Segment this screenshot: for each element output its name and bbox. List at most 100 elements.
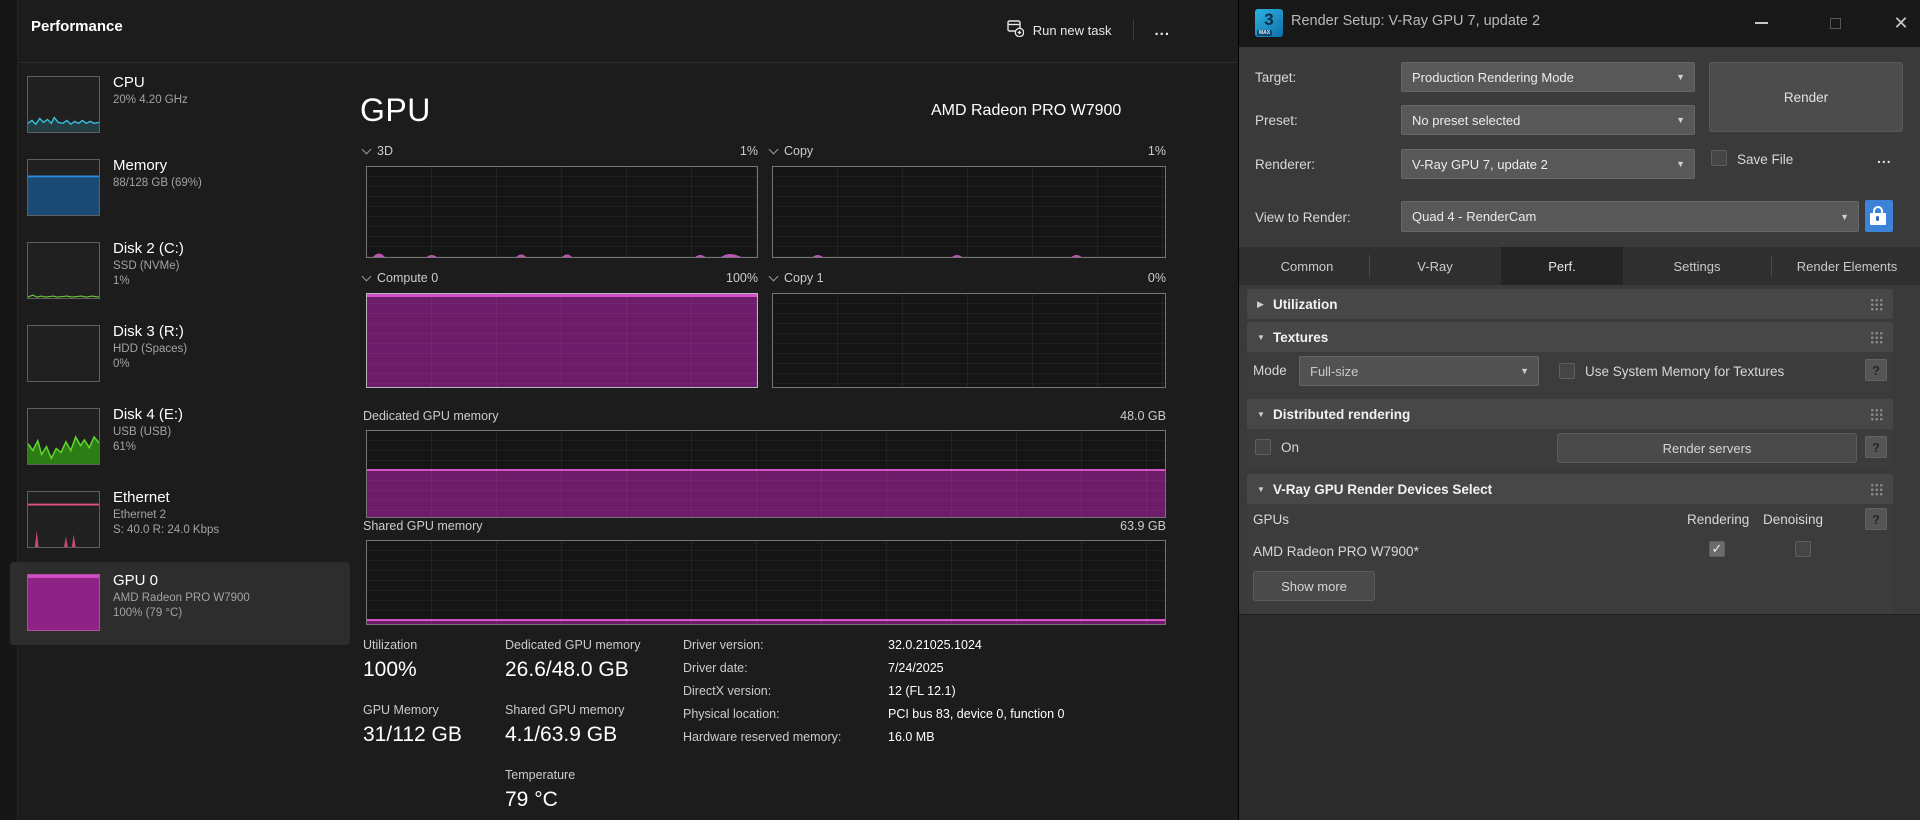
gpu-device-name: AMD Radeon PRO W7900 [931,102,1121,120]
distributed-on-checkbox[interactable] [1255,439,1271,455]
stat-label: Dedicated GPU memory [505,638,640,652]
sidebar-item-memory[interactable]: Memory 88/128 GB (69%) [10,147,350,230]
more-options-button[interactable]: ... [1144,18,1180,43]
chevron-down-icon [769,272,779,282]
devices-help-button[interactable]: ? [1865,508,1887,530]
run-new-task-icon [1007,20,1024,40]
detail-label: Hardware reserved memory: [683,730,841,744]
screen: Performance Run new task ... [0,0,1920,820]
expanded-arrow-icon: ▼ [1257,333,1269,342]
renderer-dropdown[interactable]: V-Ray GPU 7, update 2 ▼ [1401,149,1695,179]
tab-vray[interactable]: V-Ray [1371,247,1499,285]
save-file-label: Save File [1737,152,1793,167]
run-new-task-button[interactable]: Run new task [995,13,1124,47]
rollout-title: Distributed rendering [1273,407,1410,422]
maximize-button[interactable] [1815,8,1855,38]
sidebar-item-title: Ethernet [113,488,219,508]
stat-label: GPU Memory [363,703,439,717]
chart-header-copy[interactable]: Copy [770,144,813,158]
rollout-title: V-Ray GPU Render Devices Select [1273,482,1492,497]
detail-value: 7/24/2025 [888,661,944,675]
chart-value-3d: 1% [698,144,758,158]
tab-render-elements[interactable]: Render Elements [1773,247,1920,285]
texture-mode-value: Full-size [1310,364,1358,379]
chart-label: 3D [377,144,393,158]
browse-button[interactable]: ... [1877,150,1892,166]
sidebar-item-cpu[interactable]: CPU 20% 4.20 GHz [10,64,350,147]
sidebar-item-subtitle: SSD (NVMe) [113,259,184,274]
renderer-value: V-Ray GPU 7, update 2 [1412,157,1548,172]
detail-value: 32.0.21025.1024 [888,638,982,652]
sidebar-item-disk2[interactable]: Disk 2 (C:) SSD (NVMe) 1% [10,230,350,313]
drag-grip-icon[interactable] [1870,483,1883,496]
expanded-arrow-icon: ▼ [1257,485,1269,494]
chart-header-compute0[interactable]: Compute 0 [363,271,438,285]
target-dropdown[interactable]: Production Rendering Mode ▼ [1401,62,1695,92]
drag-grip-icon[interactable] [1870,331,1883,344]
rollout-gpu-render-devices[interactable]: ▼ V-Ray GPU Render Devices Select [1247,474,1893,504]
dropdown-arrow-icon: ▼ [1520,366,1529,376]
chart-label: Copy 1 [784,271,824,285]
chart-shared-memory [366,540,1166,625]
drag-grip-icon[interactable] [1870,298,1883,311]
gpu0-mini-chart [27,574,100,631]
sidebar-item-title: Disk 4 (E:) [113,405,183,425]
sidebar-item-disk4[interactable]: Disk 4 (E:) USB (USB) 61% [10,396,350,479]
memory-mini-chart [27,159,100,216]
lock-view-button[interactable] [1865,200,1893,232]
sidebar-item-title: Disk 3 (R:) [113,322,187,342]
use-system-memory-label: Use System Memory for Textures [1585,364,1784,379]
render-servers-button[interactable]: Render servers [1557,433,1857,463]
render-button[interactable]: Render [1709,62,1903,132]
view-to-render-dropdown[interactable]: Quad 4 - RenderCam ▼ [1401,201,1859,232]
dialog-title-bar[interactable]: 3MAX Render Setup: V-Ray GPU 7, update 2… [1239,0,1920,47]
distributed-on-label: On [1281,440,1299,455]
rollout-textures[interactable]: ▼ Textures [1247,322,1893,352]
chart-max-dedicated-memory: 48.0 GB [1096,409,1166,423]
preset-dropdown[interactable]: No preset selected ▼ [1401,105,1695,135]
sidebar-item-value: 61% [113,440,183,455]
rollout-distributed-rendering[interactable]: ▼ Distributed rendering [1247,399,1893,429]
preset-label: Preset: [1255,113,1298,128]
ethernet-mini-chart [27,491,100,548]
sidebar-item-title: Memory [113,156,202,176]
tab-perf[interactable]: Perf. [1501,247,1623,285]
distributed-help-button[interactable]: ? [1865,436,1887,458]
stat-value: 79 °C [505,788,558,812]
rendering-checkbox[interactable]: ✓ [1709,541,1725,557]
use-system-memory-checkbox[interactable] [1559,363,1575,379]
chart-header-copy1[interactable]: Copy 1 [770,271,824,285]
page-title: Performance [31,18,123,35]
render-setup-window: 3MAX Render Setup: V-Ray GPU 7, update 2… [1238,0,1920,820]
dialog-empty-area [1239,614,1920,820]
view-to-render-label: View to Render: [1255,210,1351,225]
view-to-render-value: Quad 4 - RenderCam [1412,209,1536,224]
close-button[interactable]: ✕ [1881,8,1920,38]
textures-help-button[interactable]: ? [1865,359,1887,381]
sidebar-item-ethernet[interactable]: Ethernet Ethernet 2 S: 40.0 R: 24.0 Kbps [10,479,350,562]
tab-common[interactable]: Common [1247,247,1367,285]
target-value: Production Rendering Mode [1412,70,1574,85]
chart-copy [772,166,1166,258]
tab-settings[interactable]: Settings [1625,247,1769,285]
rollout-utilization[interactable]: ▶ Utilization [1247,289,1893,319]
sidebar-item-subtitle: Ethernet 2 [113,508,219,523]
sidebar-item-gpu0[interactable]: GPU 0 AMD Radeon PRO W7900 100% (79 °C) [10,562,350,645]
chart-header-3d[interactable]: 3D [363,144,393,158]
save-file-checkbox[interactable] [1711,150,1727,166]
texture-mode-dropdown[interactable]: Full-size ▼ [1299,356,1539,386]
task-manager-toolbar: Run new task ... [995,12,1180,48]
dropdown-arrow-icon: ▼ [1676,159,1685,169]
drag-grip-icon[interactable] [1870,408,1883,421]
show-more-button[interactable]: Show more [1253,571,1375,601]
stat-value: 100% [363,658,417,682]
stat-value: 31/112 GB [363,723,462,747]
target-label: Target: [1255,70,1296,85]
denoising-checkbox[interactable] [1795,541,1811,557]
stat-value: 4.1/63.9 GB [505,723,617,747]
gpu-page-title: GPU [360,92,431,129]
minimize-button[interactable] [1741,8,1781,38]
sidebar-item-disk3[interactable]: Disk 3 (R:) HDD (Spaces) 0% [10,313,350,396]
stat-label: Utilization [363,638,417,652]
disk4-mini-chart [27,408,100,465]
